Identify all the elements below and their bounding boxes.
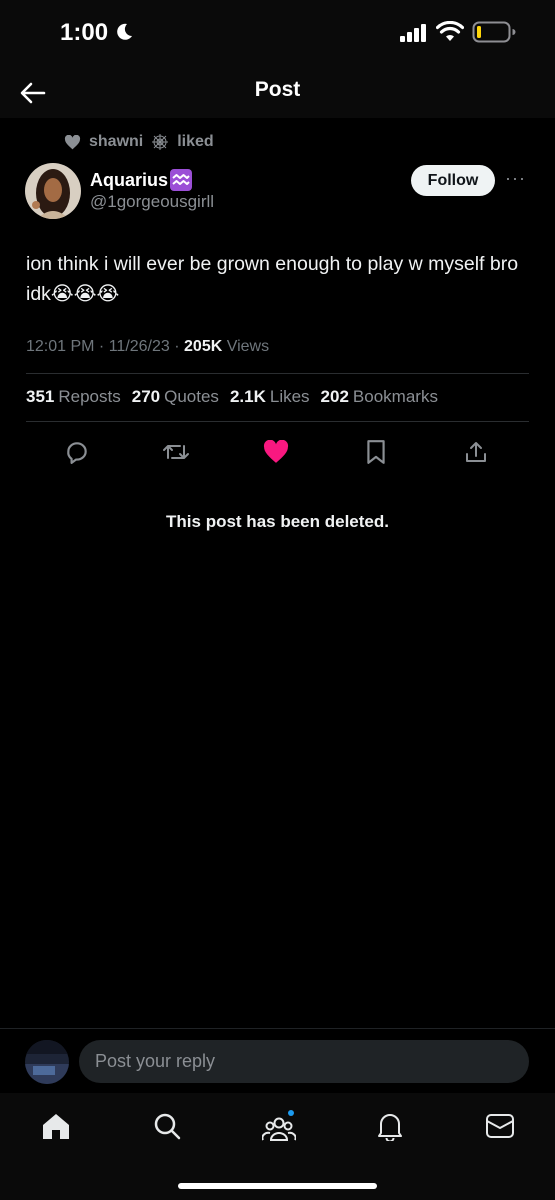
wifi-icon xyxy=(436,21,464,41)
tab-home[interactable] xyxy=(36,1106,76,1146)
post-text: ion think i will ever be grown enough to… xyxy=(26,253,519,305)
share-button[interactable] xyxy=(456,432,496,472)
stat-bookmarks[interactable]: 202 Bookmarks xyxy=(321,387,438,407)
like-button[interactable] xyxy=(256,432,296,472)
post-meta: 12:01 PM · 11/26/23 · 205K Views xyxy=(26,338,269,356)
reply-input[interactable] xyxy=(79,1040,529,1083)
divider xyxy=(26,421,529,422)
search-icon xyxy=(154,1113,181,1140)
communities-icon xyxy=(262,1110,296,1141)
repost-icon xyxy=(163,445,189,459)
spider-web-icon xyxy=(152,134,169,150)
tab-messages[interactable] xyxy=(480,1106,520,1146)
reply-icon xyxy=(67,442,87,464)
post-actions xyxy=(26,432,529,472)
divider xyxy=(26,373,529,374)
aquarius-icon xyxy=(170,169,193,191)
share-icon xyxy=(466,442,486,462)
notifications-icon xyxy=(378,1114,402,1141)
battery-icon xyxy=(472,21,516,43)
repost-button[interactable] xyxy=(156,432,196,472)
bookmark-button[interactable] xyxy=(356,432,396,472)
post-stats: 351 Reposts 270 Quotes 2.1K Likes 202 Bookma… xyxy=(26,387,438,407)
reply-button[interactable] xyxy=(57,432,97,472)
author-name[interactable]: Aquarius xyxy=(90,169,193,191)
home-indicator xyxy=(178,1183,377,1189)
social-context-action: liked xyxy=(177,133,214,150)
author-name-text: Aquarius xyxy=(90,169,169,190)
tab-communities[interactable] xyxy=(259,1106,299,1146)
avatar-image xyxy=(25,163,81,219)
more-options-icon[interactable]: ··· xyxy=(505,168,529,192)
user-avatar-image xyxy=(25,1040,69,1084)
views-count: 205K xyxy=(184,338,223,355)
post-timestamp[interactable]: 12:01 PM · 11/26/23 · xyxy=(26,338,184,355)
status-time: 1:00 xyxy=(60,19,109,46)
reply-bar xyxy=(0,1028,555,1093)
views-label: Views xyxy=(222,338,270,355)
page-title: Post xyxy=(254,78,301,101)
home-icon xyxy=(43,1114,69,1139)
heart-icon xyxy=(64,134,81,149)
user-avatar[interactable] xyxy=(25,1040,69,1084)
top-navigation: Post xyxy=(0,66,555,118)
moon-icon xyxy=(117,23,132,40)
avatar[interactable] xyxy=(25,163,81,219)
tab-notifications[interactable] xyxy=(370,1106,410,1146)
social-context-user: shawni xyxy=(89,133,144,150)
social-context[interactable]: shawni liked xyxy=(64,133,214,151)
messages-icon xyxy=(486,1114,514,1138)
status-bar: 1:00 xyxy=(0,0,555,66)
follow-button[interactable]: Follow xyxy=(411,165,495,196)
tab-search[interactable] xyxy=(147,1106,187,1146)
stat-quotes[interactable]: 270 Quotes xyxy=(132,387,219,407)
deleted-post-notice: This post has been deleted. xyxy=(166,512,389,531)
author-handle[interactable]: @1gorgeousgirll xyxy=(90,192,214,212)
stat-likes[interactable]: 2.1K Likes xyxy=(230,387,310,407)
stat-reposts[interactable]: 351 Reposts xyxy=(26,387,121,407)
notification-dot xyxy=(288,1110,294,1116)
signal-icon xyxy=(400,24,426,42)
bookmark-icon xyxy=(367,440,385,464)
like-icon xyxy=(263,440,289,463)
